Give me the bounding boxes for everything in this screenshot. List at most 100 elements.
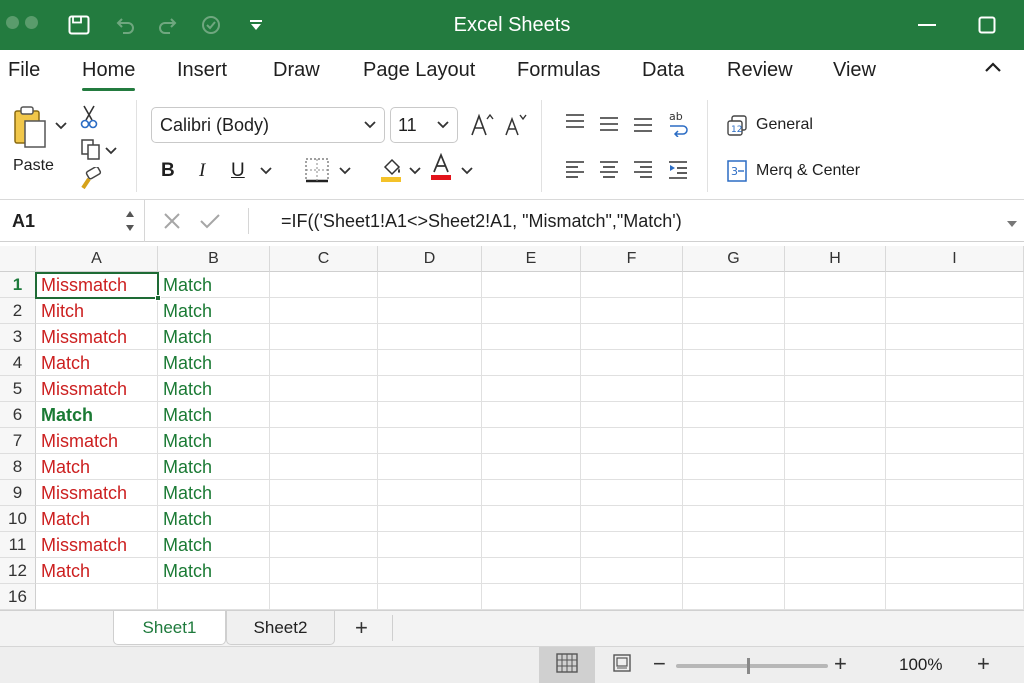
column-header-f[interactable]: F: [581, 246, 683, 272]
column-header-e[interactable]: E: [482, 246, 581, 272]
minimize-icon[interactable]: [916, 13, 938, 37]
autosave-icon[interactable]: [67, 13, 91, 37]
cell-b6[interactable]: Match: [158, 402, 270, 428]
cell-a4[interactable]: Match: [36, 350, 158, 376]
cell-f5[interactable]: [581, 376, 683, 402]
font-color-chevron-icon[interactable]: [460, 164, 474, 178]
tab-insert[interactable]: Insert: [177, 59, 227, 82]
cell-e1[interactable]: [482, 272, 581, 298]
cell-g11[interactable]: [683, 532, 785, 558]
zoom-slider[interactable]: [676, 664, 828, 668]
indent-icon[interactable]: [666, 158, 690, 182]
cell-e12[interactable]: [482, 558, 581, 584]
align-right-icon[interactable]: [631, 158, 655, 182]
cut-icon[interactable]: [78, 104, 100, 130]
cancel-formula-icon[interactable]: [162, 211, 182, 236]
cell-a3[interactable]: Missmatch: [36, 324, 158, 350]
font-name-select[interactable]: Calibri (Body): [151, 107, 385, 143]
merge-center-label[interactable]: Merq & Center: [756, 162, 860, 180]
cell-e16[interactable]: [482, 584, 581, 610]
merge-icon[interactable]: 3: [725, 158, 749, 184]
cell-d11[interactable]: [378, 532, 482, 558]
cell-f10[interactable]: [581, 506, 683, 532]
cell-d10[interactable]: [378, 506, 482, 532]
select-all-corner[interactable]: [0, 246, 36, 272]
cell-b10[interactable]: Match: [158, 506, 270, 532]
paste-options-chevron-icon[interactable]: [54, 116, 68, 136]
cell-c16[interactable]: [270, 584, 378, 610]
tab-home[interactable]: Home: [82, 59, 136, 91]
cell-i8[interactable]: [886, 454, 1024, 480]
tab-view[interactable]: View: [833, 59, 876, 82]
column-header-a[interactable]: A: [36, 246, 158, 272]
cell-h16[interactable]: [785, 584, 886, 610]
expand-formula-icon[interactable]: [1006, 216, 1018, 234]
cell-i10[interactable]: [886, 506, 1024, 532]
row-header[interactable]: 16: [0, 584, 36, 610]
cell-h8[interactable]: [785, 454, 886, 480]
cell-i7[interactable]: [886, 428, 1024, 454]
cell-h5[interactable]: [785, 376, 886, 402]
cell-e8[interactable]: [482, 454, 581, 480]
page-layout-view-button[interactable]: [604, 647, 640, 683]
name-box-stepper-icon[interactable]: [124, 207, 136, 240]
underline-button[interactable]: U: [231, 160, 245, 182]
sheet-tab-sheet2[interactable]: Sheet2: [226, 611, 335, 645]
cell-d3[interactable]: [378, 324, 482, 350]
cell-c8[interactable]: [270, 454, 378, 480]
align-left-icon[interactable]: [563, 158, 587, 182]
formula-input[interactable]: =IF(('Sheet1!A1<>Sheet2!A1, "Mismatch","…: [281, 211, 682, 232]
cell-g6[interactable]: [683, 402, 785, 428]
cell-c12[interactable]: [270, 558, 378, 584]
cell-c7[interactable]: [270, 428, 378, 454]
cell-h2[interactable]: [785, 298, 886, 324]
cell-g8[interactable]: [683, 454, 785, 480]
row-header[interactable]: 9: [0, 480, 36, 506]
cell-i3[interactable]: [886, 324, 1024, 350]
italic-button[interactable]: I: [199, 160, 205, 182]
row-header[interactable]: 7: [0, 428, 36, 454]
cell-f3[interactable]: [581, 324, 683, 350]
zoom-out-button[interactable]: −: [653, 651, 666, 677]
cell-h6[interactable]: [785, 402, 886, 428]
collapse-ribbon-icon[interactable]: [984, 60, 1002, 78]
cell-i12[interactable]: [886, 558, 1024, 584]
zoom-level[interactable]: 100%: [899, 655, 942, 675]
fill-color-icon[interactable]: [378, 154, 404, 184]
cell-h12[interactable]: [785, 558, 886, 584]
cell-a2[interactable]: Mitch: [36, 298, 158, 324]
tab-draw[interactable]: Draw: [273, 59, 320, 82]
tab-data[interactable]: Data: [642, 59, 684, 82]
cell-h10[interactable]: [785, 506, 886, 532]
cell-b11[interactable]: Match: [158, 532, 270, 558]
borders-icon[interactable]: [303, 156, 331, 184]
zoom-in-button[interactable]: +: [834, 651, 847, 677]
zoom-slider-thumb[interactable]: [747, 658, 750, 674]
cell-b8[interactable]: Match: [158, 454, 270, 480]
copy-options-chevron-icon[interactable]: [104, 144, 118, 158]
cell-h3[interactable]: [785, 324, 886, 350]
cell-h7[interactable]: [785, 428, 886, 454]
cell-f6[interactable]: [581, 402, 683, 428]
cell-c6[interactable]: [270, 402, 378, 428]
cell-a10[interactable]: Match: [36, 506, 158, 532]
paste-label[interactable]: Paste: [13, 157, 54, 175]
wrap-text-icon[interactable]: ab: [666, 108, 690, 138]
cell-b16[interactable]: [158, 584, 270, 610]
font-color-icon[interactable]: [428, 152, 454, 182]
cell-g2[interactable]: [683, 298, 785, 324]
redo-icon[interactable]: [156, 13, 180, 37]
customize-toolbar-icon[interactable]: [245, 13, 267, 37]
row-header[interactable]: 5: [0, 376, 36, 402]
cell-e5[interactable]: [482, 376, 581, 402]
cell-f9[interactable]: [581, 480, 683, 506]
cell-c11[interactable]: [270, 532, 378, 558]
cell-c9[interactable]: [270, 480, 378, 506]
underline-chevron-icon[interactable]: [259, 164, 273, 178]
cell-i11[interactable]: [886, 532, 1024, 558]
align-top-icon[interactable]: [563, 110, 587, 134]
cell-d8[interactable]: [378, 454, 482, 480]
cell-f8[interactable]: [581, 454, 683, 480]
cell-b9[interactable]: Match: [158, 480, 270, 506]
cell-a1[interactable]: Missmatch: [36, 272, 158, 298]
